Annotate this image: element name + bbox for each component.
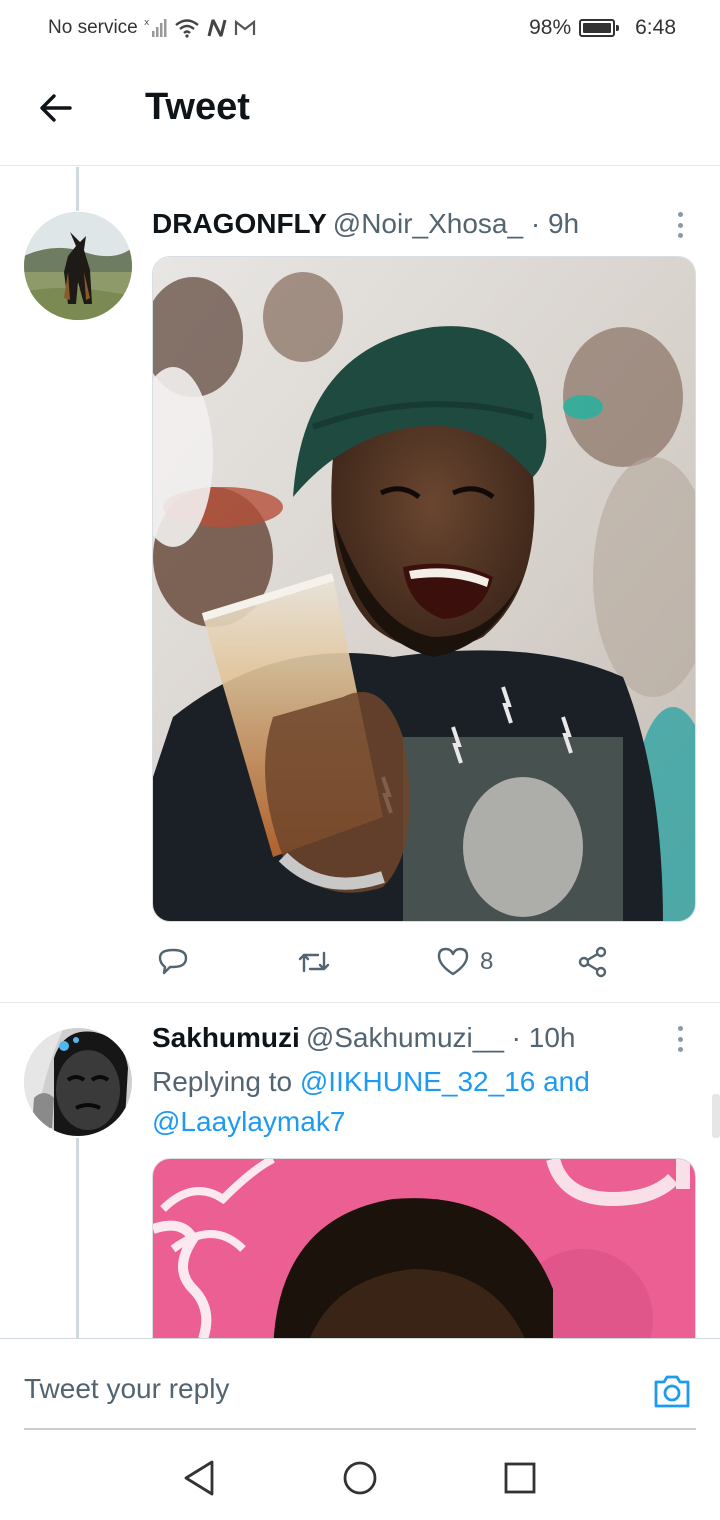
avatar-dog-image (24, 212, 132, 320)
thread-line-top (76, 167, 79, 211)
battery-percent: 98% (529, 16, 572, 39)
carrier-label: No service (48, 17, 138, 38)
like-icon (437, 947, 469, 976)
more-vertical-icon[interactable] (674, 212, 686, 238)
like-count: 8 (480, 948, 494, 975)
avatar-portrait-image (24, 1028, 132, 1136)
status-bar: No service x 98% 6:48 (0, 0, 720, 56)
tweet-header: Sakhumuzi @Sakhumuzi__ · 10h (152, 1022, 576, 1054)
replying-to: Replying to @IIKHUNE_32_16 and @Laaylaym… (152, 1062, 672, 1142)
tweet-header: DRAGONFLY @Noir_Xhosa_ · 9h (152, 208, 579, 240)
reply-icon (158, 948, 188, 975)
timestamp: · 10h (511, 1022, 576, 1053)
nfc-icon (207, 19, 227, 37)
handle[interactable]: @Noir_Xhosa_ (333, 208, 523, 239)
display-name[interactable]: Sakhumuzi (152, 1022, 300, 1053)
replying-to-prefix: Replying to (152, 1066, 293, 1097)
tweet-divider (0, 1002, 720, 1003)
nav-recents-icon[interactable] (500, 1458, 540, 1498)
app-header: Tweet (0, 56, 720, 166)
gmail-icon (234, 19, 255, 35)
photo-man-bucket-hat (153, 257, 695, 921)
reply-input[interactable]: Tweet your reply (24, 1373, 229, 1405)
camera-icon[interactable] (650, 1369, 694, 1413)
wifi-icon (174, 19, 199, 38)
avatar[interactable] (24, 212, 132, 320)
nav-back-icon[interactable] (180, 1458, 220, 1498)
display-name[interactable]: DRAGONFLY (152, 208, 327, 239)
share-icon (578, 946, 607, 978)
svg-text:x: x (144, 18, 150, 28)
photo-man-pink-background (153, 1159, 695, 1358)
signal-icon: x (144, 18, 167, 37)
mention-conjunction[interactable]: and (543, 1066, 590, 1097)
page-title: Tweet (145, 86, 250, 128)
battery-icon (579, 19, 620, 37)
thread-line-bottom (76, 1138, 79, 1338)
tweet-photo[interactable] (152, 1158, 696, 1358)
reply-underline (24, 1428, 696, 1430)
tweet-photo[interactable] (152, 256, 696, 922)
clock: 6:48 (635, 16, 676, 39)
nav-home-icon[interactable] (340, 1458, 380, 1498)
mention-link[interactable]: @IIKHUNE_32_16 (300, 1066, 535, 1097)
reply-bar: Tweet your reply (0, 1338, 720, 1430)
reply-button[interactable] (156, 940, 190, 984)
more-vertical-icon[interactable] (674, 1026, 686, 1052)
status-right: 98% 6:48 (529, 16, 676, 40)
like-button[interactable]: 8 (436, 940, 493, 984)
retweet-button[interactable] (296, 940, 332, 984)
scrollbar[interactable] (712, 1094, 720, 1138)
back-arrow-icon[interactable] (36, 88, 76, 128)
share-button[interactable] (576, 940, 610, 984)
timestamp: · 9h (530, 208, 580, 239)
retweet-icon (298, 951, 330, 973)
mention-link[interactable]: @Laaylaymak7 (152, 1106, 345, 1137)
tweet-actions: 8 (152, 940, 652, 984)
system-nav-bar (0, 1432, 720, 1520)
status-left: No service x (48, 16, 256, 40)
avatar[interactable] (24, 1028, 132, 1136)
handle[interactable]: @Sakhumuzi__ (306, 1022, 504, 1053)
